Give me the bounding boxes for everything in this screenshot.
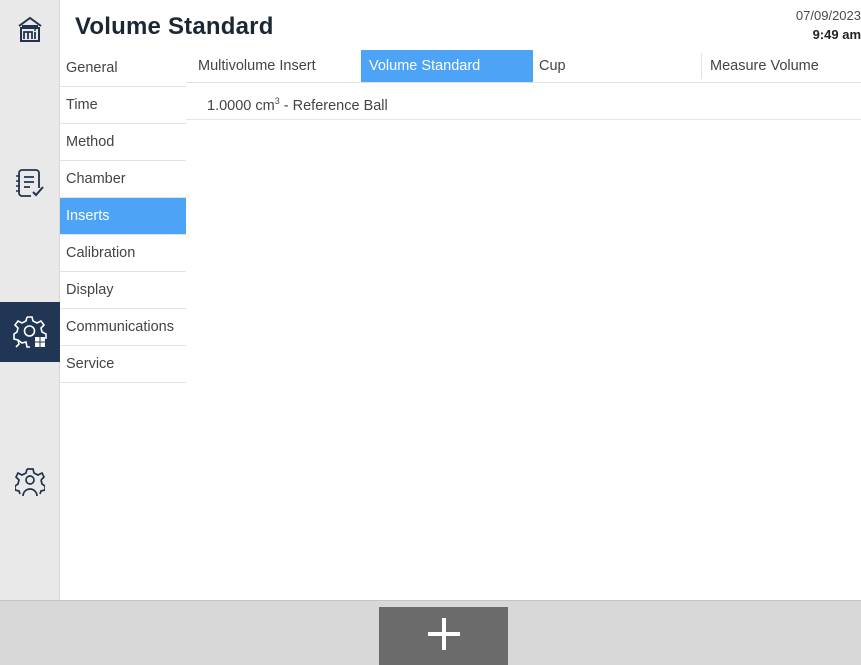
menu-item-service[interactable]: Service xyxy=(60,346,186,383)
menu-item-calibration[interactable]: Calibration xyxy=(60,235,186,272)
report-checklist-icon xyxy=(16,167,44,199)
date-display: 07/09/2023 xyxy=(795,8,861,23)
time-display: 9:49 am xyxy=(812,27,861,42)
user-gear-icon xyxy=(15,467,45,499)
home-button[interactable] xyxy=(0,10,60,50)
standard-volume-unit: cm3 xyxy=(255,96,280,114)
standard-volume-value: 1.0000 xyxy=(207,98,252,114)
list-item[interactable]: 1.0000 cm3 - Reference Ball xyxy=(186,83,861,120)
menu-item-chamber[interactable]: Chamber xyxy=(60,161,186,198)
menu-item-communications[interactable]: Communications xyxy=(60,309,186,346)
insert-tabs: Multivolume Insert Volume Standard Cup M… xyxy=(186,50,861,83)
menu-item-general[interactable]: General xyxy=(60,50,186,87)
standard-description: - Reference Ball xyxy=(279,98,388,114)
settings-button[interactable] xyxy=(0,302,60,362)
settings-gear-grid-icon xyxy=(13,315,47,349)
footer-bar xyxy=(0,600,861,665)
nav-rail xyxy=(0,0,60,600)
volume-standard-list: 1.0000 cm3 - Reference Ball xyxy=(186,83,861,120)
add-button[interactable] xyxy=(379,607,508,665)
tab-measure-volume[interactable]: Measure Volume xyxy=(702,50,861,82)
plus-icon xyxy=(427,617,461,656)
menu-item-method[interactable]: Method xyxy=(60,124,186,161)
page-title: Volume Standard xyxy=(75,13,274,40)
home-mi-icon xyxy=(17,16,43,44)
settings-menu: General Time Method Chamber Inserts Cali… xyxy=(60,50,186,383)
reports-button[interactable] xyxy=(0,160,60,206)
menu-item-inserts[interactable]: Inserts xyxy=(60,198,186,235)
menu-item-display[interactable]: Display xyxy=(60,272,186,309)
menu-item-time[interactable]: Time xyxy=(60,87,186,124)
tab-cup[interactable]: Cup xyxy=(531,50,701,82)
tab-multivolume-insert[interactable]: Multivolume Insert xyxy=(190,50,350,82)
user-settings-button[interactable] xyxy=(0,460,60,506)
tab-volume-standard[interactable]: Volume Standard xyxy=(361,50,533,82)
